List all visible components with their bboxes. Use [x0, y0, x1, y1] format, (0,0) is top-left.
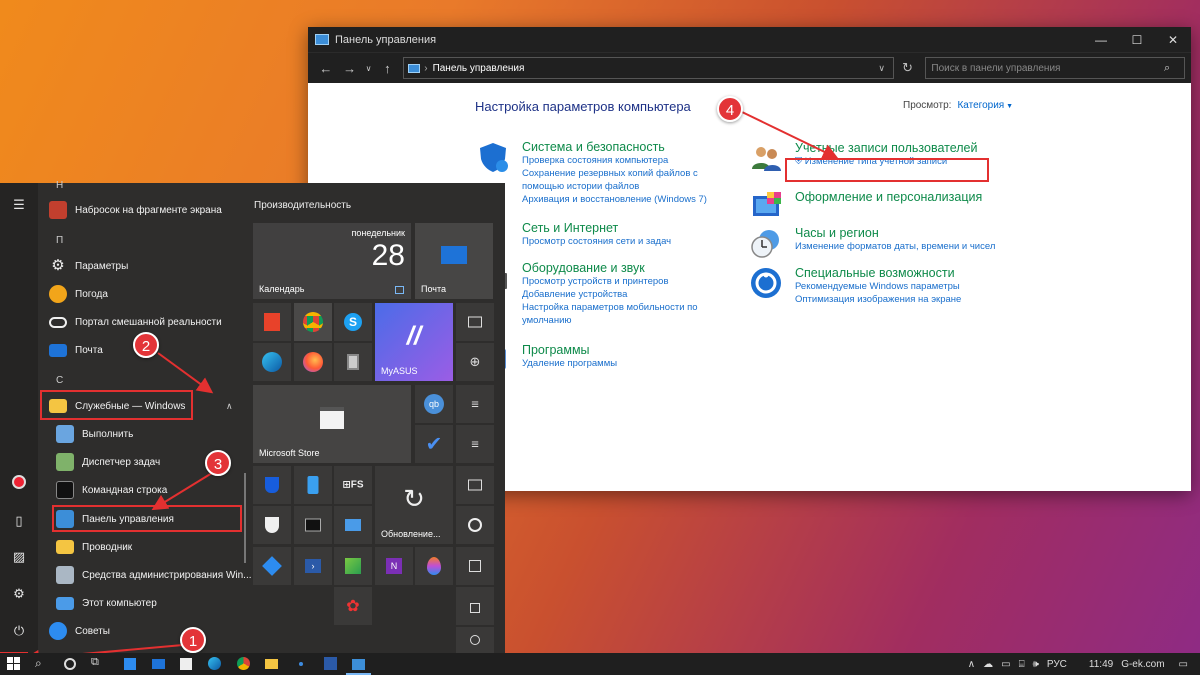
- mail-icon[interactable]: [152, 659, 165, 669]
- step-badge: 3: [205, 450, 231, 476]
- chrome-icon[interactable]: [237, 657, 250, 670]
- taskbar-dot-icon[interactable]: [299, 662, 303, 666]
- arrow-2: [157, 352, 214, 394]
- clock[interactable]: 11:49: [1089, 659, 1113, 670]
- volume-icon[interactable]: 🕪: [1033, 659, 1039, 670]
- control-panel-icon[interactable]: [352, 659, 365, 670]
- task-view-icon[interactable]: ⧉: [91, 656, 105, 670]
- system-tray: ∧ ☁ ▭ ⌸ 🕪 РУС 11:49 G-ek.com ▭: [968, 653, 1188, 675]
- step-badge: 4: [717, 96, 743, 122]
- cortana-icon[interactable]: [64, 658, 76, 670]
- taskbar-app-icon[interactable]: [124, 658, 136, 670]
- windows-start-icon[interactable]: [7, 657, 21, 671]
- step-badge: 1: [180, 627, 206, 653]
- arrow-4: [741, 111, 839, 159]
- battery-icon[interactable]: ▭: [1001, 659, 1010, 670]
- site-label: G-ek.com: [1121, 658, 1165, 670]
- word-icon[interactable]: [324, 657, 337, 670]
- edge-icon[interactable]: [208, 657, 221, 670]
- arrow-3: [151, 472, 213, 511]
- notifications-icon[interactable]: ▭: [1179, 659, 1188, 670]
- store-icon[interactable]: [180, 658, 192, 670]
- language-indicator[interactable]: РУС: [1047, 659, 1067, 670]
- explorer-icon[interactable]: [265, 659, 278, 669]
- cloud-icon[interactable]: ☁: [983, 659, 993, 670]
- search-icon[interactable]: ⌕: [35, 656, 49, 670]
- taskbar: ⌕ ⧉ ∧ ☁ ▭ ⌸ 🕪 РУС 11:49 G-ek.com ▭: [0, 653, 1200, 675]
- step-badge: 2: [133, 332, 159, 358]
- chevron-up-icon[interactable]: ∧: [968, 659, 975, 670]
- annotation-arrows: [23, 111, 839, 666]
- network-icon[interactable]: ⌸: [1019, 659, 1025, 670]
